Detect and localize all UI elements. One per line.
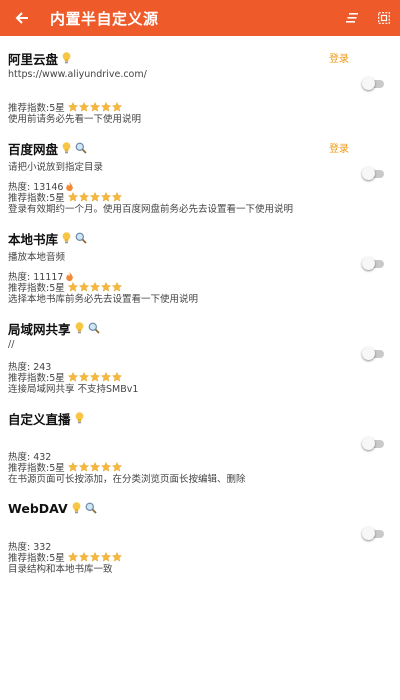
source-url-or-note: https://www.aliyundrive.com/ xyxy=(8,69,147,80)
source-name-row: 百度网盘 xyxy=(8,140,87,157)
source-item[interactable]: 局域网共享 // 热度: 243 推荐指数:5星 连接局域网共享 不支持SMBv… xyxy=(0,306,400,396)
source-item[interactable]: 百度网盘 登录 请把小说放到指定目录 热度: 13146 推荐指数:5星 登录有… xyxy=(0,126,400,216)
select-all-button[interactable] xyxy=(368,0,400,36)
source-description: 目录结构和本地书库一致 xyxy=(8,564,113,575)
source-name-row: 局域网共享 xyxy=(8,320,100,337)
source-name-row: 自定义直播 xyxy=(8,410,84,427)
source-item[interactable]: 阿里云盘 登录 https://www.aliyundrive.com/ 推荐指… xyxy=(0,36,400,126)
sort-button[interactable] xyxy=(336,0,368,36)
search-icon xyxy=(75,142,87,154)
source-item[interactable]: WebDAV 热度: 332 推荐指数:5星 目录结构和本地书库一致 xyxy=(0,486,400,576)
source-url-or-note: 请把小说放到指定目录 xyxy=(8,162,104,173)
source-name: WebDAV xyxy=(8,500,68,516)
source-name-row: WebDAV xyxy=(8,500,97,516)
source-name-row: 本地书库 xyxy=(8,230,87,247)
sort-icon xyxy=(346,13,358,23)
lightbulb-icon xyxy=(75,322,83,334)
source-url-or-note: 播放本地音频 xyxy=(8,252,66,263)
source-url-or-note: // xyxy=(8,339,15,350)
enable-toggle[interactable] xyxy=(362,527,384,540)
app-bar: 内置半自定义源 xyxy=(0,0,400,36)
lightbulb-icon xyxy=(75,412,83,424)
source-name: 自定义直播 xyxy=(8,411,71,427)
search-icon xyxy=(85,502,97,514)
lightbulb-icon xyxy=(62,142,71,154)
source-name: 本地书库 xyxy=(8,231,59,247)
source-item[interactable]: 自定义直播 热度: 432 推荐指数:5星 在书源页面可长按添加，在分类浏览页面… xyxy=(0,396,400,486)
source-description: 在书源页面可长按添加，在分类浏览页面长按编辑、删除 xyxy=(8,474,246,485)
source-item[interactable]: 本地书库 播放本地音频 热度: 11117 推荐指数:5星 选择本地书库前务必先… xyxy=(0,216,400,306)
enable-toggle[interactable] xyxy=(362,437,384,450)
lightbulb-icon xyxy=(62,52,71,64)
login-link[interactable]: 登录 xyxy=(329,50,349,65)
source-name: 局域网共享 xyxy=(8,321,71,337)
source-name: 阿里云盘 xyxy=(8,51,59,67)
enable-toggle[interactable] xyxy=(362,347,384,360)
select-all-icon xyxy=(378,12,390,24)
enable-toggle[interactable] xyxy=(362,77,384,90)
back-arrow-icon xyxy=(15,12,28,24)
source-description: 登录有效期约一个月。使用百度网盘前务必先去设置看一下使用说明 xyxy=(8,204,294,215)
source-list: 阿里云盘 登录 https://www.aliyundrive.com/ 推荐指… xyxy=(0,36,400,576)
source-description: 使用前请务必先看一下使用说明 xyxy=(8,114,142,125)
search-icon xyxy=(88,322,100,334)
star-icon xyxy=(111,552,122,562)
source-description: 选择本地书库前务必先去设置看一下使用说明 xyxy=(8,294,199,305)
source-description: 连接局域网共享 不支持SMBv1 xyxy=(8,384,139,395)
source-name-row: 阿里云盘 xyxy=(8,50,71,67)
lightbulb-icon xyxy=(72,502,81,514)
lightbulb-icon xyxy=(62,232,71,244)
back-button[interactable] xyxy=(0,0,44,36)
source-name: 百度网盘 xyxy=(8,141,59,157)
login-link[interactable]: 登录 xyxy=(329,140,349,155)
search-icon xyxy=(75,232,87,244)
enable-toggle[interactable] xyxy=(362,167,384,180)
page-title: 内置半自定义源 xyxy=(50,9,159,28)
enable-toggle[interactable] xyxy=(362,257,384,270)
